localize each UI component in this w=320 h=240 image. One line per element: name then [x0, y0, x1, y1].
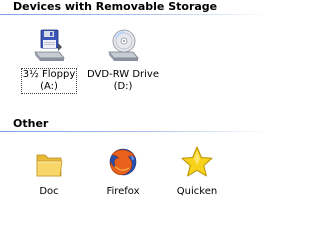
firefox-label-name: Firefox: [106, 186, 140, 197]
doc-folder-label: Doc: [38, 186, 59, 198]
doc-folder-item[interactable]: Doc: [13, 143, 85, 198]
section-divider: [0, 131, 268, 132]
dvd-drive-icon: [108, 29, 139, 61]
dvd-drive-label: DVD-RW Drive (D:): [86, 69, 160, 93]
firefox-icon: [109, 148, 137, 176]
section-header-other: Other: [13, 117, 49, 130]
firefox-label: Firefox: [105, 186, 140, 198]
section-header-removable-storage: Devices with Removable Storage: [13, 0, 218, 13]
quicken-item[interactable]: Quicken: [161, 143, 233, 198]
dvd-label-letter: (D:): [113, 81, 133, 92]
quicken-star-icon: [181, 146, 213, 177]
floppy-drive-icon: [34, 29, 65, 61]
firefox-item[interactable]: Firefox: [87, 143, 159, 198]
floppy-label-letter: (A:): [40, 81, 58, 92]
floppy-drive-item[interactable]: 3½ Floppy (A:): [13, 26, 85, 94]
section-divider: [0, 14, 268, 15]
dvd-label-name: DVD-RW Drive: [87, 69, 159, 80]
folder-icon: [36, 154, 63, 177]
quicken-label: Quicken: [176, 186, 218, 198]
doc-label-name: Doc: [39, 186, 59, 197]
floppy-drive-label: 3½ Floppy (A:): [20, 68, 78, 94]
quicken-label-name: Quicken: [176, 186, 218, 197]
floppy-label-name: 3½ Floppy: [22, 69, 76, 80]
dvd-drive-item[interactable]: DVD-RW Drive (D:): [87, 26, 159, 93]
